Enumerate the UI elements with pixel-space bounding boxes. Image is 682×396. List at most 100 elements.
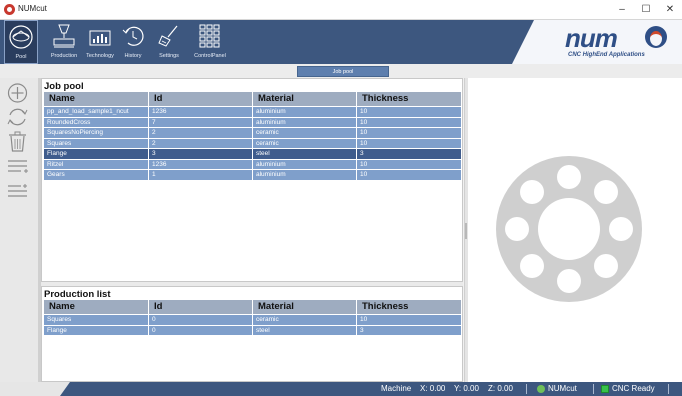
numcut-app-icon (4, 4, 15, 15)
cell-id: 2 (149, 138, 253, 148)
nav-control-panel[interactable]: ControlPanel (190, 20, 230, 64)
pool-toolbar (0, 78, 38, 382)
nav-history-label: History (124, 53, 142, 59)
num-logo: num CNC HighEnd Applications (553, 23, 673, 61)
part-preview (468, 78, 682, 382)
cell-name: SquaresNoPiercing (44, 128, 149, 138)
production-row[interactable]: Flange 0 steel 3 (44, 325, 462, 335)
cell-thickness: 10 (357, 315, 462, 325)
app-status: NUMcut (548, 384, 577, 393)
column-header-id[interactable]: Id (149, 300, 253, 314)
cell-id: 0 (149, 325, 253, 335)
status-separator (593, 384, 594, 394)
cell-thickness: 10 (357, 159, 462, 169)
production-icon (53, 24, 75, 48)
job-row-selected[interactable]: Flange 3 steel 3 (44, 149, 462, 159)
nav-technology-label: Technology (86, 53, 114, 59)
splitter-grip[interactable] (465, 223, 467, 239)
x-coordinate: X: 0.00 (420, 384, 446, 393)
title-bar: NUMcut – ☐ ✕ (0, 0, 682, 20)
cell-id: 0 (149, 315, 253, 325)
cell-id: 1236 (149, 107, 253, 117)
status-bar: Machine X: 0.00 Y: 0.00 Z: 0.00 NUMcut C… (0, 382, 682, 396)
job-pool-panel: Job pool Name Id Material Thickness pp_a… (41, 78, 463, 282)
column-header-thickness[interactable]: Thickness (357, 300, 462, 314)
cell-name: Flange (44, 149, 149, 159)
cell-name: RoundedCross (44, 117, 149, 127)
cell-thickness: 10 (357, 128, 462, 138)
job-pool-header: Name Id Material Thickness (44, 92, 462, 106)
refresh-icon[interactable] (5, 106, 30, 128)
cell-thickness: 3 (357, 149, 462, 159)
job-row[interactable]: SquaresNoPiercing 2 ceramic 10 (44, 128, 462, 138)
cell-name: Flange (44, 325, 149, 335)
job-row[interactable]: Gears 1 aluminium 10 (44, 170, 462, 180)
cnc-ready-icon (601, 385, 609, 393)
insert-into-production-icon[interactable] (5, 181, 30, 203)
cell-material: steel (253, 325, 357, 335)
machine-label: Machine (381, 384, 412, 393)
nav-pool-label: Pool (15, 54, 27, 60)
cell-material: aluminium (253, 170, 357, 180)
add-to-production-icon[interactable] (5, 156, 30, 178)
delete-icon[interactable] (5, 131, 30, 153)
cell-material: aluminium (253, 117, 357, 127)
job-row[interactable]: RoundedCross 7 aluminium 10 (44, 117, 462, 127)
numcut-status-icon (537, 385, 545, 393)
job-pool-grid: Name Id Material Thickness pp_and_load_s… (44, 92, 462, 180)
production-list-panel: Production list Name Id Material Thickne… (41, 286, 463, 382)
column-header-id[interactable]: Id (149, 92, 253, 106)
tab-job-pool[interactable]: Job pool (297, 66, 389, 77)
column-header-name[interactable]: Name (44, 92, 149, 106)
nav-production-label: Production (50, 53, 78, 59)
main-ribbon: Pool Production Technology History Setti… (0, 20, 682, 64)
column-header-name[interactable]: Name (44, 300, 149, 314)
cell-thickness: 10 (357, 170, 462, 180)
nav-settings[interactable]: Settings (152, 20, 186, 64)
cell-name: pp_and_load_sample1_ncut (44, 107, 149, 117)
cell-id: 1 (149, 170, 253, 180)
column-header-material[interactable]: Material (253, 300, 357, 314)
column-header-thickness[interactable]: Thickness (357, 92, 462, 106)
flange-preview-graphic (496, 156, 642, 302)
job-row[interactable]: Ritzel 1236 aluminium 10 (44, 159, 462, 169)
cell-material: ceramic (253, 138, 357, 148)
cell-name: Ritzel (44, 159, 149, 169)
cell-material: steel (253, 149, 357, 159)
add-icon[interactable] (5, 82, 30, 104)
z-coordinate: Z: 0.00 (488, 384, 513, 393)
cell-thickness: 3 (357, 325, 462, 335)
nav-production[interactable]: Production (46, 20, 82, 64)
minimize-button[interactable]: – (610, 0, 634, 20)
cell-id: 2 (149, 128, 253, 138)
cell-thickness: 10 (357, 138, 462, 148)
maximize-button[interactable]: ☐ (634, 0, 658, 20)
production-row[interactable]: Squares 0 ceramic 10 (44, 315, 462, 325)
cell-material: aluminium (253, 107, 357, 117)
cell-name: Gears (44, 170, 149, 180)
cell-thickness: 10 (357, 117, 462, 127)
cell-material: aluminium (253, 159, 357, 169)
nav-technology[interactable]: Technology (84, 20, 116, 64)
cell-id: 3 (149, 149, 253, 159)
production-list-title: Production list (44, 289, 111, 300)
logo-tagline: CNC HighEnd Applications (568, 52, 645, 58)
job-row[interactable]: Squares 2 ceramic 10 (44, 138, 462, 148)
status-bar-accent (0, 382, 70, 396)
close-button[interactable]: ✕ (658, 0, 682, 20)
production-grid: Name Id Material Thickness Squares 0 cer… (44, 300, 462, 335)
nav-settings-label: Settings (159, 53, 179, 59)
job-row[interactable]: pp_and_load_sample1_ncut 1236 aluminium … (44, 107, 462, 117)
cell-id: 7 (149, 117, 253, 127)
status-separator (526, 384, 527, 394)
nav-pool[interactable]: Pool (4, 20, 38, 64)
column-header-material[interactable]: Material (253, 92, 357, 106)
cell-thickness: 10 (357, 107, 462, 117)
tab-row: Job pool (0, 64, 682, 78)
cell-name: Squares (44, 315, 149, 325)
nav-history[interactable]: History (118, 20, 148, 64)
pool-icon (9, 25, 33, 49)
flange-part (496, 156, 642, 302)
numcut-window: NUMcut – ☐ ✕ Pool Production Technology … (0, 0, 682, 396)
status-separator (668, 384, 669, 394)
